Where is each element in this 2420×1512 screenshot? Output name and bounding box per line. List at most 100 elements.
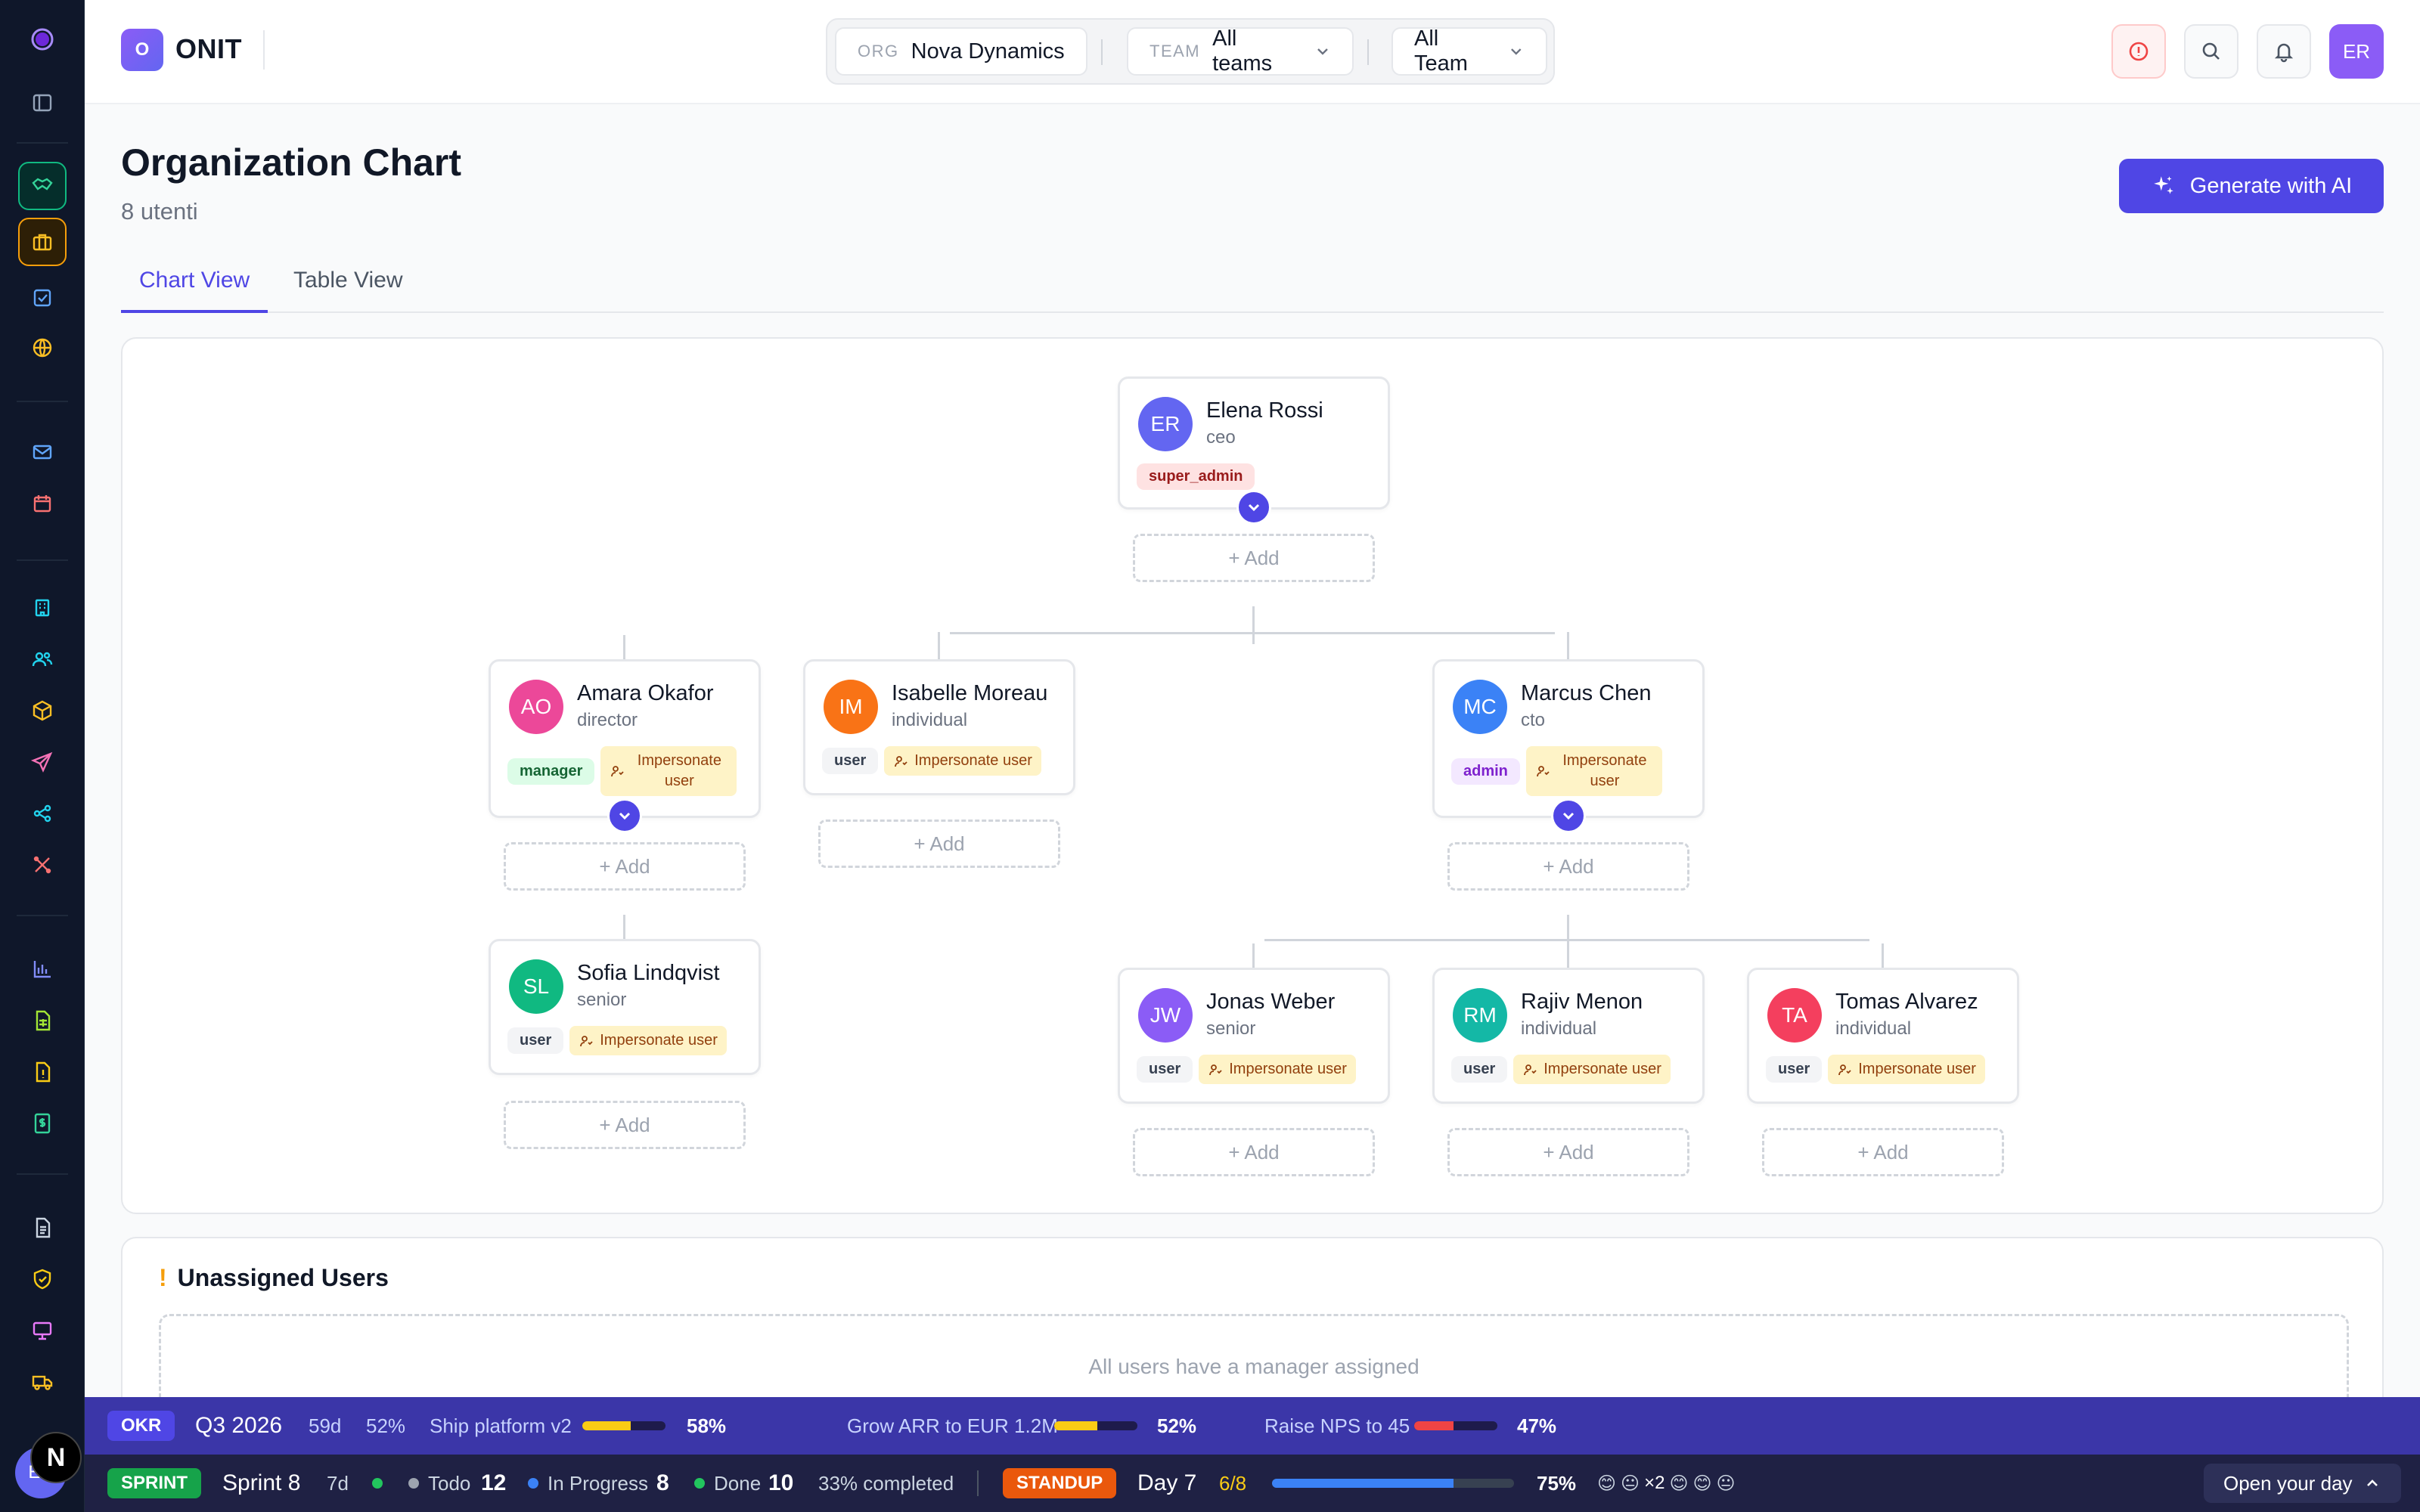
okr-goal-name[interactable]: Grow ARR to EUR 1.2M — [847, 1397, 1058, 1455]
toggle-sidebar-icon[interactable] — [18, 79, 67, 127]
org-value: Nova Dynamics — [911, 39, 1065, 64]
impersonate-label: Impersonate user — [637, 752, 721, 789]
role-badge: manager — [507, 758, 595, 785]
connector — [1252, 606, 1255, 644]
connector — [1882, 943, 1884, 968]
in-progress-count: 8 — [656, 1470, 669, 1495]
briefcase-icon[interactable] — [18, 218, 67, 266]
unassigned-title: ! Unassigned Users — [159, 1264, 389, 1291]
add-node-button[interactable]: + Add — [504, 842, 746, 891]
share-icon[interactable] — [18, 789, 67, 838]
bar-chart-icon[interactable] — [18, 945, 67, 993]
okr-quarter: Q3 2026 — [195, 1413, 283, 1438]
expand-button[interactable] — [1551, 798, 1586, 833]
impersonate-label: Impersonate user — [1544, 1061, 1661, 1077]
impersonate-button[interactable]: Impersonate user — [569, 1026, 727, 1055]
alert-file-icon[interactable] — [18, 1048, 67, 1096]
add-node-button[interactable]: + Add — [818, 820, 1060, 868]
tools-icon[interactable] — [18, 841, 67, 889]
expand-button[interactable] — [1236, 490, 1271, 525]
brand-logo[interactable]: O — [121, 29, 163, 71]
user-count: 8 utenti — [121, 198, 198, 225]
connector — [623, 635, 625, 659]
all-team-selector[interactable]: All Team — [1392, 26, 1547, 76]
shield-icon[interactable] — [18, 1255, 67, 1303]
team-selector[interactable]: TEAM All teams — [1127, 26, 1354, 76]
okr-goal-name[interactable]: Ship platform v2 — [430, 1397, 572, 1455]
node-role: cto — [1521, 710, 1546, 730]
add-node-button[interactable]: + Add — [1133, 1128, 1375, 1176]
org-node-jonas-weber[interactable]: JW Jonas Weber senior user Impersonate u… — [1118, 968, 1390, 1104]
role-badge: user — [1137, 1056, 1193, 1083]
notification-n-badge[interactable]: N — [30, 1432, 82, 1483]
org-node-marcus-chen[interactable]: MC Marcus Chen cto admin Impersonate use… — [1432, 659, 1705, 818]
org-node-tomas-alvarez[interactable]: TA Tomas Alvarez individual user Imperso… — [1747, 968, 2019, 1104]
impersonate-label: Impersonate user — [1858, 1061, 1976, 1077]
add-node-button[interactable]: + Add — [504, 1101, 746, 1149]
divider — [977, 1470, 979, 1496]
impersonate-button[interactable]: Impersonate user — [1525, 746, 1662, 796]
impersonate-label: Impersonate user — [600, 1032, 718, 1049]
add-node-button[interactable]: + Add — [1762, 1128, 2004, 1176]
impersonate-button[interactable]: Impersonate user — [884, 746, 1041, 776]
workspace-logo-icon[interactable] — [18, 15, 67, 64]
impersonate-button[interactable]: Impersonate user — [600, 746, 737, 796]
globe-icon[interactable] — [18, 324, 67, 372]
search-button[interactable] — [2184, 24, 2238, 79]
add-node-button[interactable]: + Add — [1447, 842, 1689, 891]
emoji-icon: 😐 — [1716, 1473, 1736, 1494]
standup-progress — [1272, 1479, 1514, 1488]
okr-days: 59d — [309, 1414, 342, 1437]
avatar: IM — [824, 680, 878, 734]
tab-table-view[interactable]: Table View — [275, 268, 421, 313]
chevron-down-icon — [1562, 812, 1575, 820]
node-role: individual — [892, 710, 968, 730]
sparkles-icon — [2154, 176, 2173, 194]
org-node-amara-okafor[interactable]: AO Amara Okafor director manager Imperso… — [489, 659, 761, 818]
okr-status-bar: OKR Q3 2026 59d 52% Ship platform v2 58%… — [85, 1397, 2420, 1455]
node-name: Amara Okafor — [577, 681, 714, 705]
tab-chart-view[interactable]: Chart View — [121, 268, 268, 313]
calendar-icon[interactable] — [18, 479, 67, 528]
open-your-day-button[interactable]: Open your day — [2204, 1464, 2401, 1503]
impersonate-button[interactable]: Impersonate user — [1513, 1055, 1671, 1084]
user-switch-icon — [1524, 1064, 1537, 1075]
truck-icon[interactable] — [18, 1358, 67, 1406]
impersonate-button[interactable]: Impersonate user — [1828, 1055, 1985, 1084]
presentation-icon[interactable] — [18, 1306, 67, 1355]
generate-with-ai-button[interactable]: Generate with AI — [2119, 159, 2384, 213]
dollar-file-icon[interactable] — [18, 1099, 67, 1148]
org-node-isabelle-moreau[interactable]: IM Isabelle Moreau individual user Imper… — [803, 659, 1075, 795]
org-selector[interactable]: ORG Nova Dynamics — [835, 27, 1087, 76]
spreadsheet-icon[interactable] — [18, 996, 67, 1045]
node-role: senior — [1206, 1018, 1256, 1039]
package-icon[interactable] — [18, 686, 67, 735]
okr-goal-name[interactable]: Raise NPS to 45 — [1264, 1397, 1410, 1455]
node-name: Tomas Alvarez — [1835, 990, 1978, 1014]
org-node-sofia-lindqvist[interactable]: SL Sofia Lindqvist senior user Impersona… — [489, 939, 761, 1075]
add-node-button[interactable]: + Add — [1447, 1128, 1689, 1176]
user-switch-icon — [1838, 1064, 1851, 1075]
notifications-button[interactable] — [2257, 24, 2311, 79]
send-icon[interactable] — [18, 738, 67, 786]
impersonate-button[interactable]: Impersonate user — [1199, 1055, 1356, 1084]
alert-button[interactable] — [2111, 24, 2166, 79]
handshake-icon[interactable] — [18, 162, 67, 210]
document-icon[interactable] — [18, 1204, 67, 1252]
users-icon[interactable] — [18, 635, 67, 683]
top-bar: O ONIT ORG Nova Dynamics TEAM All teams … — [85, 0, 2420, 104]
impersonate-label: Impersonate user — [1562, 752, 1647, 789]
mail-icon[interactable] — [18, 428, 67, 476]
filter-group: ORG Nova Dynamics TEAM All teams All Tea… — [826, 18, 1555, 85]
bell-icon — [2274, 43, 2294, 63]
user-avatar[interactable]: ER — [2329, 24, 2384, 79]
todo-label: Todo — [428, 1471, 471, 1495]
org-node-rajiv-menon[interactable]: RM Rajiv Menon individual user Impersona… — [1432, 968, 1705, 1104]
connector — [1264, 939, 1869, 941]
avatar: JW — [1138, 988, 1193, 1043]
node-name: Sofia Lindqvist — [577, 961, 720, 985]
add-node-button[interactable]: + Add — [1133, 534, 1375, 582]
expand-button[interactable] — [607, 798, 642, 833]
building-icon[interactable] — [18, 584, 67, 632]
tasks-icon[interactable] — [18, 274, 67, 322]
